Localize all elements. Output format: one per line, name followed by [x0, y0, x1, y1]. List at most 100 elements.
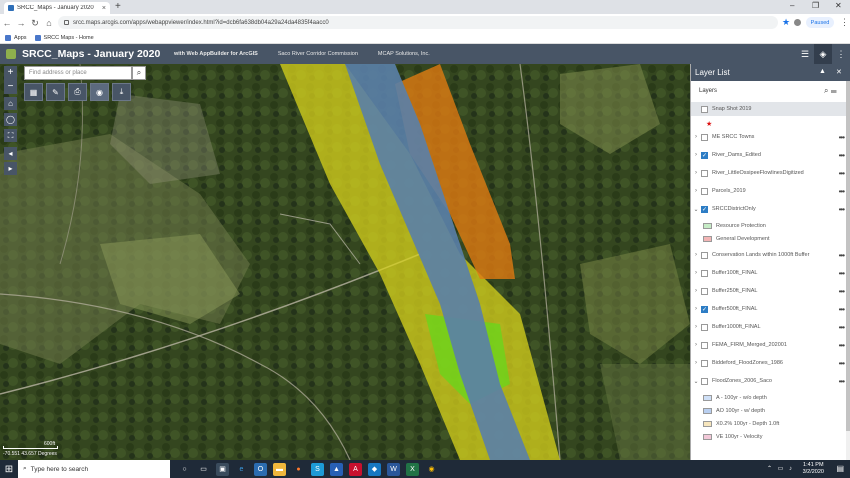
- expand-icon[interactable]: ›: [691, 324, 701, 330]
- reload-icon[interactable]: ↻: [28, 18, 42, 29]
- expand-icon[interactable]: ›: [691, 170, 701, 176]
- layer-options-icon[interactable]: •••: [839, 287, 845, 296]
- basemap-gallery-icon[interactable]: ▦: [24, 83, 43, 101]
- layer-row[interactable]: Snap Shot 2019: [691, 102, 846, 116]
- next-extent-icon[interactable]: ▸: [4, 162, 17, 175]
- layer-row[interactable]: ⌄ ✓ SRCCDistrictOnly •••: [691, 202, 846, 216]
- search-input[interactable]: Find address or place: [24, 66, 132, 80]
- map-view[interactable]: + − ⌂ ◯ ⛶ ◂ ▸ Find address or place ⌕ ▦ …: [0, 64, 690, 460]
- app-icon[interactable]: S: [311, 462, 324, 476]
- layer-checkbox[interactable]: [701, 341, 708, 349]
- expand-icon[interactable]: ›: [691, 306, 701, 312]
- layer-row[interactable]: ⌄ FloodZones_2006_Saco •••: [691, 374, 846, 388]
- expand-icon[interactable]: ›: [691, 342, 701, 348]
- layer-checkbox[interactable]: [701, 169, 708, 177]
- layer-options-icon[interactable]: •••: [839, 359, 845, 368]
- layer-checkbox[interactable]: [701, 323, 708, 331]
- layer-row[interactable]: › River_LittleOssipeeFlowlinesDigitized ••…: [691, 166, 846, 180]
- layer-options-icon[interactable]: •••: [839, 133, 845, 142]
- layer-options-icon[interactable]: •••: [839, 377, 845, 386]
- layer-options-icon[interactable]: •••: [839, 187, 845, 196]
- layer-row[interactable]: › FEMA_FIRM_Merged_202001 •••: [691, 338, 846, 352]
- back-icon[interactable]: ←: [0, 18, 14, 28]
- browser-menu-icon[interactable]: ⋮: [840, 17, 849, 28]
- layer-row[interactable]: › ME SRCC Towns •••: [691, 130, 846, 144]
- layer-checkbox[interactable]: [701, 105, 708, 113]
- panel-scrollbar[interactable]: [846, 81, 850, 460]
- excel-icon[interactable]: X: [406, 462, 419, 476]
- layer-checkbox[interactable]: [701, 187, 708, 195]
- close-panel-icon[interactable]: ✕: [836, 68, 842, 76]
- outlook-icon[interactable]: O: [254, 462, 267, 476]
- layer-options-icon[interactable]: •••: [839, 269, 845, 278]
- layer-checkbox[interactable]: [701, 377, 708, 385]
- layer-options-icon[interactable]: •••: [839, 323, 845, 332]
- word-icon[interactable]: W: [387, 462, 400, 476]
- maximize-icon[interactable]: ❐: [812, 1, 819, 10]
- fullscreen-icon[interactable]: ⛶: [4, 129, 17, 142]
- taskbar-search-input[interactable]: ⌕ Type here to search: [18, 460, 170, 478]
- clock[interactable]: 1:41 PM 3/2/2020: [803, 462, 824, 476]
- zoom-out-button[interactable]: −: [8, 80, 14, 94]
- expand-icon[interactable]: ›: [691, 152, 701, 158]
- windows-start-icon[interactable]: ⊞: [0, 460, 18, 478]
- expand-icon[interactable]: ⌄: [691, 206, 701, 213]
- chrome-icon[interactable]: ◉: [425, 463, 438, 476]
- cortana-icon[interactable]: ○: [178, 463, 191, 476]
- print-icon[interactable]: ⎙: [68, 83, 87, 101]
- firefox-icon[interactable]: ●: [292, 463, 305, 476]
- layer-options-icon[interactable]: •••: [839, 341, 845, 350]
- expand-icon[interactable]: ›: [691, 360, 701, 366]
- expand-icon[interactable]: ›: [691, 270, 701, 276]
- layer-visibility-icon[interactable]: ◉: [90, 83, 109, 101]
- layer-row[interactable]: › ✓ River_Dams_Edited •••: [691, 148, 846, 162]
- extension-icon[interactable]: [794, 19, 801, 26]
- layer-row[interactable]: › Buffer250ft_FINAL •••: [691, 284, 846, 298]
- list-menu-icon[interactable]: ☰: [796, 44, 814, 64]
- home-icon[interactable]: ⌂: [4, 97, 17, 110]
- edge-icon[interactable]: e: [235, 463, 248, 476]
- layer-checkbox[interactable]: [701, 251, 708, 259]
- system-tray-icons[interactable]: ⌃ ▭ ♪: [767, 465, 794, 472]
- layer-row[interactable]: › Biddeford_FloodZones_1986 •••: [691, 356, 846, 370]
- layer-checkbox[interactable]: [701, 269, 708, 277]
- layer-checkbox[interactable]: ✓: [701, 205, 708, 213]
- address-bar[interactable]: srcc.maps.arcgis.com/apps/webappviewer/i…: [58, 16, 778, 29]
- draw-icon[interactable]: ✎: [46, 83, 65, 101]
- previous-extent-icon[interactable]: ◂: [4, 147, 17, 160]
- scrollbar-thumb[interactable]: [846, 81, 850, 431]
- layer-checkbox[interactable]: [701, 287, 708, 295]
- layer-options-icon[interactable]: •••: [839, 305, 845, 314]
- expand-icon[interactable]: ›: [691, 252, 701, 258]
- layer-checkbox[interactable]: [701, 359, 708, 367]
- layer-row[interactable]: › ✓ Buffer500ft_FINAL •••: [691, 302, 846, 316]
- layer-options-icon[interactable]: •••: [839, 151, 845, 160]
- layer-options-icon[interactable]: •••: [839, 205, 845, 214]
- measure-icon[interactable]: ⤓: [112, 83, 131, 101]
- zoom-in-button[interactable]: +: [8, 66, 14, 80]
- expand-icon[interactable]: ›: [691, 188, 701, 194]
- app-icon[interactable]: ◆: [368, 462, 381, 476]
- bookmark-apps[interactable]: Apps: [5, 34, 27, 41]
- close-tab-icon[interactable]: ×: [102, 5, 106, 12]
- layer-row[interactable]: › Buffer100ft_FINAL •••: [691, 266, 846, 280]
- file-explorer-icon[interactable]: ▬: [273, 462, 286, 476]
- layer-checkbox[interactable]: ✓: [701, 305, 708, 313]
- expand-icon[interactable]: ⌄: [691, 378, 701, 385]
- task-view-icon[interactable]: ▭: [197, 463, 210, 476]
- acrobat-icon[interactable]: A: [349, 462, 362, 476]
- layer-list-icon[interactable]: ◈: [814, 44, 832, 64]
- layer-options-icon[interactable]: •••: [839, 251, 845, 260]
- expand-icon[interactable]: ›: [691, 288, 701, 294]
- expand-icon[interactable]: ›: [691, 134, 701, 140]
- app-menu-icon[interactable]: ⋮: [832, 44, 850, 64]
- notification-icon[interactable]: ▤: [836, 464, 844, 473]
- forward-icon[interactable]: →: [14, 18, 28, 28]
- bookmark-star-icon[interactable]: ★: [782, 17, 790, 28]
- home-icon[interactable]: ⌂: [42, 18, 56, 28]
- layer-checkbox[interactable]: ✓: [701, 151, 708, 159]
- layer-options-icon[interactable]: •••: [839, 169, 845, 178]
- search-layers-icon[interactable]: ⌕: [824, 86, 828, 95]
- close-window-icon[interactable]: ✕: [835, 1, 842, 10]
- layer-row[interactable]: › Buffer1000ft_FINAL •••: [691, 320, 846, 334]
